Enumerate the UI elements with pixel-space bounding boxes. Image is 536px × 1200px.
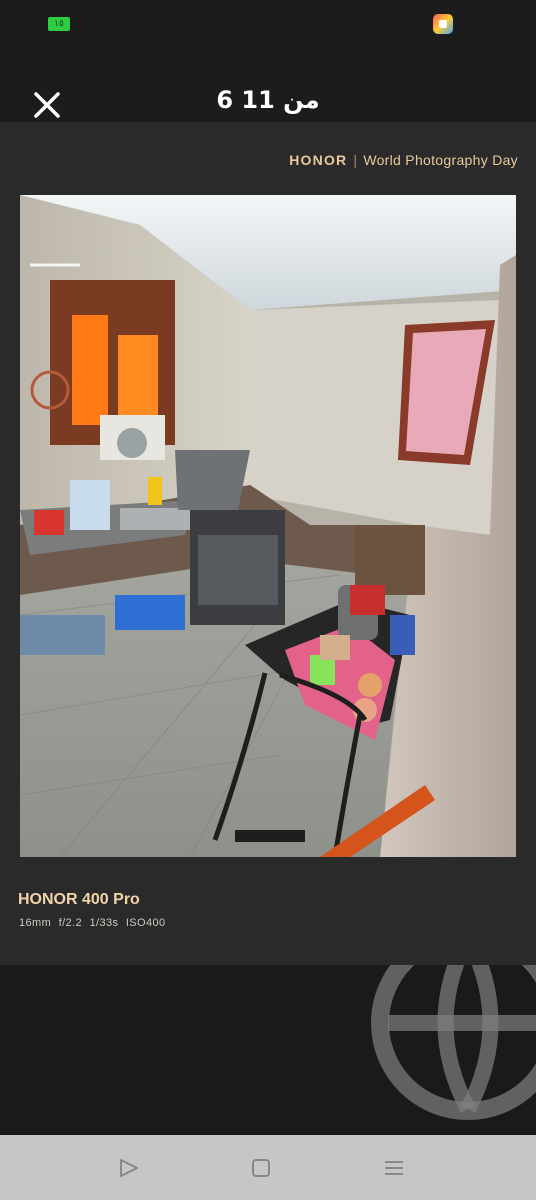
watermark-event: World Photography Day xyxy=(363,152,518,168)
globe-icon[interactable] xyxy=(368,965,536,1123)
camera-model: HONOR 400 Pro xyxy=(18,891,140,908)
back-triangle-icon xyxy=(120,1159,138,1177)
watermark-separator: | xyxy=(353,152,358,168)
nav-back-button[interactable] xyxy=(116,1155,142,1181)
viewer-header: 6 من 11 xyxy=(0,48,536,122)
system-nav-bar xyxy=(0,1135,536,1200)
status-bar: ١٥ xyxy=(0,0,536,48)
kitchen-illustration xyxy=(20,195,516,857)
nav-recent-button[interactable] xyxy=(381,1155,407,1181)
camera-specs: 16mm f/2.2 1/33s ISO400 xyxy=(19,917,166,929)
image-counter: 6 من 11 xyxy=(216,86,320,114)
battery-indicator: ١٥ xyxy=(48,17,70,31)
watermark-brand: HONOR xyxy=(289,152,348,168)
photo-watermark: HONOR | World Photography Day xyxy=(289,152,518,168)
app-notification-icon xyxy=(433,14,453,34)
nav-home-button[interactable] xyxy=(248,1155,274,1181)
photo-viewer: HONOR | World Photography Day HONOR 400 … xyxy=(0,122,536,965)
kitchen-photo[interactable] xyxy=(20,195,516,857)
home-square-icon xyxy=(252,1159,270,1177)
viewer-footer xyxy=(0,965,536,1135)
menu-lines-icon xyxy=(385,1161,403,1175)
